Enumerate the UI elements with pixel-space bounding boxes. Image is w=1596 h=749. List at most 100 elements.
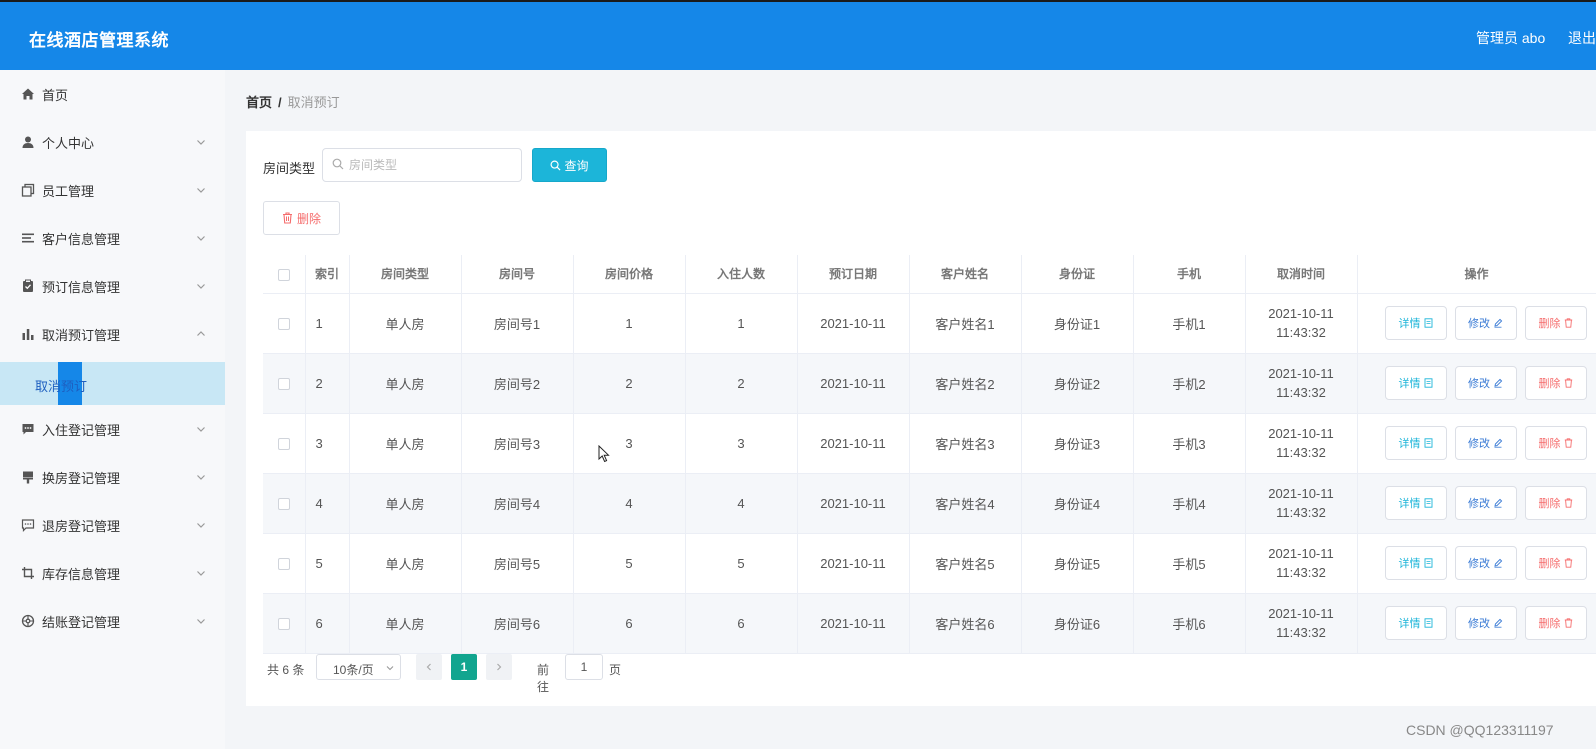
row-checkbox[interactable] [277, 438, 290, 451]
delete-button[interactable]: 删除 [1524, 366, 1587, 400]
cell-name: 客户姓名4 [909, 473, 1022, 534]
table-row[interactable]: 5 单人房 房间号5 5 5 2021-10-11 客户姓名5 身份证5 手机5 2021-10-… [263, 533, 1596, 594]
detail-label: 详情 [1398, 438, 1421, 450]
sidebar-item-label: 库存信息管理 [42, 566, 121, 582]
row-checkbox[interactable] [277, 318, 290, 331]
current-page[interactable]: 1 [451, 654, 477, 680]
detail-button[interactable]: 详情 [1384, 546, 1447, 580]
watermark: CSDN @QQ123311197 [1406, 722, 1554, 738]
cell-people: 3 [685, 413, 798, 474]
cell-type: 单人房 [349, 473, 462, 534]
row-checkbox[interactable] [277, 558, 290, 571]
column-header: 入住人数 [685, 255, 798, 294]
detail-button[interactable]: 详情 [1384, 426, 1447, 460]
detail-label: 详情 [1398, 498, 1421, 510]
chevron-down-icon [197, 475, 205, 480]
sidebar-item-booking[interactable]: 预订信息管理 [0, 262, 225, 310]
sidebar-item-personal-center[interactable]: 个人中心 [0, 118, 225, 166]
query-button[interactable]: 查询 [532, 148, 607, 182]
row-checkbox[interactable] [277, 378, 290, 391]
detail-button[interactable]: 详情 [1384, 486, 1447, 520]
delete-button[interactable]: 删除 [1524, 546, 1587, 580]
document-icon [1424, 438, 1432, 448]
delete-label: 删除 [1538, 618, 1561, 630]
current-user[interactable]: 管理员 abo [1476, 28, 1545, 48]
edit-button[interactable]: 修改 [1454, 606, 1517, 640]
edit-button[interactable]: 修改 [1454, 486, 1517, 520]
sidebar-item-home[interactable]: 首页 [0, 70, 225, 118]
gear-icon [21, 614, 35, 628]
top-header: 在线酒店管理系统 管理员 abo 退出 [0, 0, 1596, 70]
edit-label: 修改 [1468, 438, 1490, 450]
sidebar-item-label: 退房登记管理 [42, 518, 121, 534]
row-select-cell [263, 533, 306, 594]
detail-button[interactable]: 详情 [1384, 306, 1447, 340]
cell-actions: 详情 修改 删除 [1357, 293, 1596, 354]
sidebar-item-staff[interactable]: 员工管理 [0, 166, 225, 214]
delete-button[interactable]: 删除 [1524, 486, 1587, 520]
trash-icon [1564, 498, 1572, 508]
edit-icon [1494, 618, 1503, 628]
edit-button[interactable]: 修改 [1454, 426, 1517, 460]
row-select-cell [263, 413, 306, 474]
table-row[interactable]: 4 单人房 房间号4 4 4 2021-10-11 客户姓名4 身份证4 手机4 2021-10-… [263, 473, 1596, 534]
goto-label: 前往 [537, 663, 550, 694]
edit-button[interactable]: 修改 [1454, 306, 1517, 340]
sidebar-item-room-change[interactable]: 换房登记管理 [0, 453, 225, 501]
sidebar-item-checkin[interactable]: 入住登记管理 [0, 405, 225, 453]
edit-label: 修改 [1468, 618, 1490, 630]
sidebar-item-cancel-booking[interactable]: 取消预订管理 [0, 310, 225, 358]
cell-actions: 详情 修改 删除 [1357, 413, 1596, 474]
row-checkbox[interactable] [277, 618, 290, 631]
prev-page-button[interactable] [416, 654, 442, 680]
edit-button[interactable]: 修改 [1454, 366, 1517, 400]
edit-icon [1494, 498, 1503, 508]
query-button-label: 查询 [564, 158, 589, 173]
search-input[interactable] [349, 156, 514, 174]
cell-name: 客户姓名1 [909, 293, 1022, 354]
logout-link[interactable]: 退出 [1568, 28, 1596, 48]
table-row[interactable]: 3 单人房 房间号3 3 3 2021-10-11 客户姓名3 身份证3 手机3 2021-10-… [263, 413, 1596, 474]
cell-room: 房间号3 [461, 413, 574, 474]
edit-button[interactable]: 修改 [1454, 546, 1517, 580]
row-select-cell [263, 473, 306, 534]
search-field[interactable] [322, 148, 522, 182]
document-icon [1424, 498, 1432, 508]
sidebar-subitem-cancel-booking[interactable]: 取消预订 [0, 362, 225, 405]
search-icon [550, 160, 561, 171]
breadcrumb-home[interactable]: 首页 [246, 95, 272, 110]
table-row[interactable]: 1 单人房 房间号1 1 1 2021-10-11 客户姓名1 身份证1 手机1 2021-10-… [263, 293, 1596, 354]
table-row[interactable]: 6 单人房 房间号6 6 6 2021-10-11 客户姓名6 身份证6 手机6 2021-10-… [263, 593, 1596, 654]
trash-icon [1564, 378, 1572, 388]
cell-name: 客户姓名3 [909, 413, 1022, 474]
delete-button[interactable]: 删除 [1524, 606, 1587, 640]
cell-type: 单人房 [349, 293, 462, 354]
next-page-button[interactable] [486, 654, 512, 680]
batch-delete-button[interactable]: 删除 [263, 201, 340, 235]
cell-index: 2 [305, 353, 350, 414]
page-size-value: 10条/页 [333, 663, 374, 677]
column-header: 房间价格 [573, 255, 686, 294]
edit-label: 修改 [1468, 498, 1490, 510]
cell-index: 4 [305, 473, 350, 534]
cell-cancel-time: 2021-10-11 11:43:32 [1245, 593, 1358, 654]
sidebar-item-inventory[interactable]: 库存信息管理 [0, 549, 225, 597]
delete-button[interactable]: 删除 [1524, 426, 1587, 460]
chevron-down-icon [197, 427, 205, 432]
chevron-left-icon [426, 663, 431, 671]
detail-button[interactable]: 详情 [1384, 606, 1447, 640]
table-header-row: 索引 房间类型 房间号 房间价格 入住人数 预订日期 客户姓名 身份证 手机 取… [263, 255, 1596, 294]
table-row[interactable]: 2 单人房 房间号2 2 2 2021-10-11 客户姓名2 身份证2 手机2 2021-10-… [263, 353, 1596, 414]
sidebar-item-customer[interactable]: 客户信息管理 [0, 214, 225, 262]
select-all-checkbox[interactable] [277, 268, 290, 281]
row-checkbox[interactable] [277, 498, 290, 511]
detail-button[interactable]: 详情 [1384, 366, 1447, 400]
goto-page-input[interactable]: 1 [565, 654, 603, 680]
document-icon [1424, 558, 1432, 568]
delete-button[interactable]: 删除 [1524, 306, 1587, 340]
sidebar-item-checkout[interactable]: 退房登记管理 [0, 501, 225, 549]
cell-price: 3 [573, 413, 686, 474]
page-size-select[interactable]: 10条/页 [316, 654, 401, 680]
cell-date: 2021-10-11 [797, 293, 910, 354]
sidebar-item-billing[interactable]: 结账登记管理 [0, 597, 225, 645]
